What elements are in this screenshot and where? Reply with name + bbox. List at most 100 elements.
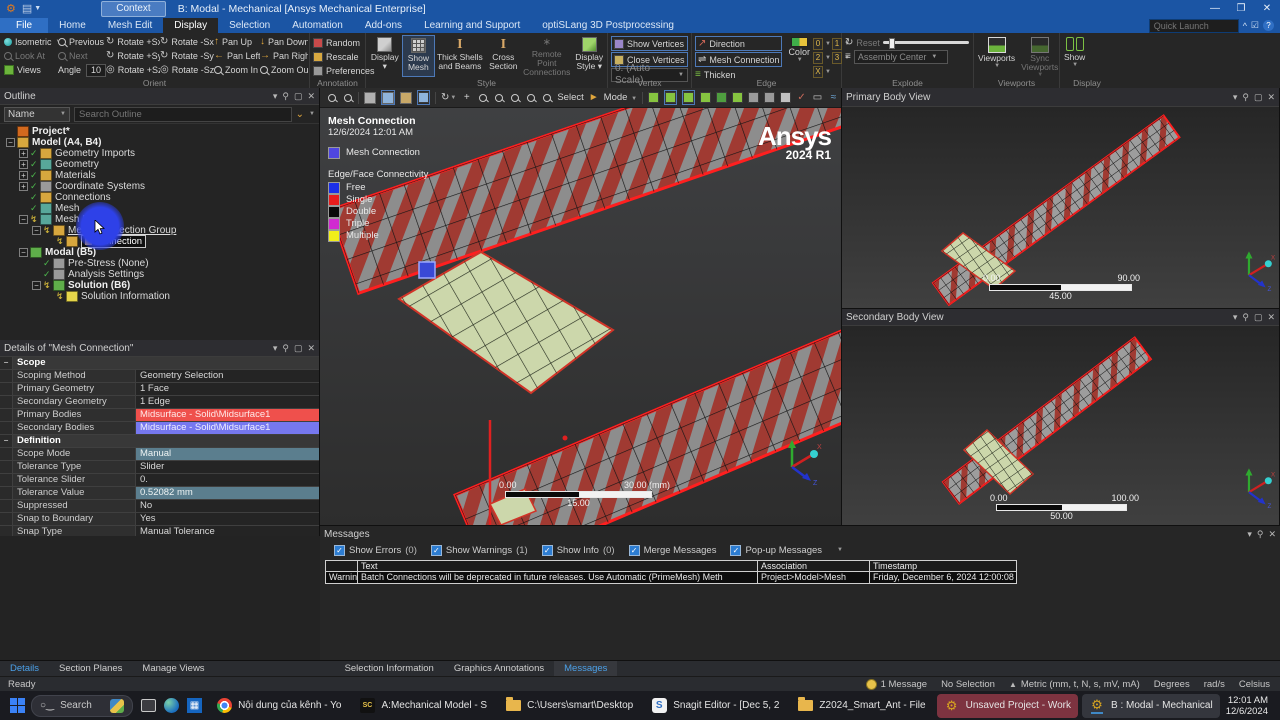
float-icon[interactable]: ▢	[294, 343, 303, 354]
direction-button[interactable]: ↗ Direction	[695, 36, 783, 51]
annotation-icon[interactable]: ✓	[796, 91, 807, 104]
tab-display[interactable]: Display	[163, 18, 219, 33]
store-app-button[interactable]: ▦	[186, 695, 203, 717]
extend-selection-icon[interactable]	[748, 91, 760, 104]
tab-home[interactable]: Home	[48, 18, 97, 33]
rotate-sz-button[interactable]: ◎ Rotate -Sz	[160, 63, 214, 77]
taskbar-item-unsaved-project-work[interactable]: ⚙ Unsaved Project - Work	[936, 693, 1078, 718]
tree-item-coordinate-systems[interactable]: + ✓ Coordinate Systems	[0, 181, 319, 192]
tree-item-model-a4-b4[interactable]: − Model (A4, B4)	[0, 137, 319, 148]
comment-icon[interactable]: ▭	[812, 91, 823, 104]
tab-learning-and-support[interactable]: Learning and Support	[413, 18, 531, 33]
close-pane-icon[interactable]: ✕	[307, 91, 315, 102]
property-value[interactable]: 1 Edge	[136, 396, 319, 408]
expand-icon[interactable]: +	[19, 182, 28, 191]
bottom-tab-manage-views[interactable]: Manage Views	[132, 661, 214, 677]
property-value[interactable]: 0.52082 mm	[136, 487, 319, 499]
filter-show-warnings[interactable]: ✓ Show Warnings (1)	[430, 544, 528, 556]
taskbar-item-a-mechanical-model-s[interactable]: SC A:Mechanical Model - S	[353, 694, 495, 718]
edge-color-0-button[interactable]: 0 ▼	[812, 37, 831, 50]
zoom-in-button[interactable]: Zoom In	[214, 63, 260, 77]
zoom-box-in-icon[interactable]	[342, 91, 353, 104]
filter-pop-up-messages[interactable]: ✓ Pop-up Messages	[730, 544, 822, 556]
property-value[interactable]: Yes	[136, 513, 319, 525]
close-pane-icon[interactable]: ✕	[1267, 312, 1275, 323]
zoom-next-icon[interactable]	[541, 91, 552, 104]
tab-add-ons[interactable]: Add-ons	[354, 18, 413, 33]
tree-item-modal-b5[interactable]: − Modal (B5)	[0, 247, 319, 258]
outline-search-input[interactable]	[74, 106, 292, 122]
cross-section-button[interactable]: I Cross Section	[485, 35, 523, 77]
context-tab[interactable]: Context	[101, 1, 166, 17]
explode-reset-button[interactable]: ↻ Reset	[845, 36, 970, 49]
tab-selection[interactable]: Selection	[218, 18, 281, 33]
pan-up-button[interactable]: ↑ Pan Up	[214, 35, 260, 49]
select-node-icon[interactable]	[716, 91, 728, 104]
mode-dropdown[interactable]: Mode ▼	[604, 92, 637, 103]
tree-item-solution-b6[interactable]: − ↯ Solution (B6)	[0, 280, 319, 291]
select-mode-box-icon[interactable]	[764, 91, 776, 104]
property-value[interactable]: 1 Face	[136, 383, 319, 395]
taskbar-clock[interactable]: 12:01 AM 12/6/2024	[1226, 695, 1280, 717]
zoom-prev-icon[interactable]	[525, 91, 536, 104]
checkbox-checked-icon[interactable]: ✓	[541, 544, 553, 556]
pan-right-button[interactable]: →Pan Right	[260, 49, 308, 63]
random-button[interactable]: Random	[313, 36, 362, 49]
checkbox-checked-icon[interactable]: ✓	[430, 544, 442, 556]
copy-image-icon[interactable]	[417, 90, 430, 105]
section-definition[interactable]: − Definition	[0, 435, 319, 448]
rotate-sy-button[interactable]: ↻ Rotate -Sy	[160, 49, 214, 63]
tree-item-mesh-connection-group[interactable]: − ↯ Mesh Connection Group	[0, 225, 319, 236]
rotate-sx-button[interactable]: ↻ Rotate -Sx	[160, 35, 214, 49]
pin-icon[interactable]: ⚲	[1242, 312, 1249, 323]
tree-item-mesh-edit[interactable]: − ↯ Mesh Edit	[0, 214, 319, 225]
geometry-viewport[interactable]: Mesh Connection 12/6/2024 12:01 AM Mesh …	[320, 108, 841, 525]
zoom-box-icon[interactable]	[509, 91, 520, 104]
filter-show-info[interactable]: ✓ Show Info (0)	[541, 544, 615, 556]
collapse-icon[interactable]: −	[19, 248, 28, 257]
taskbar-item-c-users-smart-desktop[interactable]: C:\Users\smart\Desktop	[498, 694, 640, 718]
bottom-tab-messages[interactable]: Messages	[554, 661, 618, 677]
tree-item-connection[interactable]: ↯ Connection	[0, 235, 319, 248]
show-button[interactable]: Show ▼	[1064, 37, 1085, 68]
tab-optislang-3d-postprocessing[interactable]: optiSLang 3D Postprocessing	[531, 18, 685, 33]
search-options-icon[interactable]: ▼	[309, 111, 315, 117]
filter-merge-messages[interactable]: ✓ Merge Messages	[628, 544, 716, 556]
tab-automation[interactable]: Automation	[281, 18, 354, 33]
section-scope[interactable]: − Scope	[0, 357, 319, 370]
collapse-icon[interactable]: −	[32, 226, 41, 235]
zoom-out-button[interactable]: Zoom Out	[260, 63, 308, 77]
taskbar-item-n-i-dung-c-a-k-nh-yo[interactable]: Nội dung của kênh - Yo	[209, 694, 348, 718]
tree-item-pre-stress-none[interactable]: ✓ Pre-Stress (None)	[0, 258, 319, 269]
pane-menu-icon[interactable]: ▾	[1247, 529, 1252, 540]
view-shaded-edges-icon[interactable]	[381, 90, 395, 105]
pin-icon[interactable]: ⚲	[1257, 529, 1264, 540]
collapse-icon[interactable]: −	[0, 357, 13, 369]
close-button[interactable]: ✕	[1254, 0, 1280, 18]
mesh-connection-handle[interactable]	[418, 261, 436, 279]
tree-item-geometry-imports[interactable]: + ✓ Geometry Imports	[0, 148, 319, 159]
ribbon-options-icon[interactable]: ☑	[1251, 20, 1259, 31]
display-button[interactable]: Display ▾	[368, 35, 402, 77]
filter-show-errors[interactable]: ✓ Show Errors (0)	[334, 544, 417, 556]
select-body-icon[interactable]	[700, 91, 712, 104]
expand-icon[interactable]: +	[19, 160, 28, 169]
expand-icon[interactable]: +	[19, 149, 28, 158]
pane-menu-icon[interactable]: ▾	[1233, 92, 1238, 103]
property-value[interactable]: Manual	[136, 448, 319, 460]
property-value[interactable]: No	[136, 500, 319, 512]
start-button[interactable]	[10, 697, 25, 714]
secondary-view-canvas[interactable]: 0.00 100.00 50.00 X Z	[842, 326, 1279, 526]
triad-icon[interactable]: X Z	[775, 435, 825, 485]
restore-button[interactable]: ❐	[1228, 0, 1254, 18]
tree-item-solution-information[interactable]: ↯ Solution Information	[0, 291, 319, 302]
taskbar-item-snagit-editor-dec-5-2[interactable]: S Snagit Editor - [Dec 5, 2	[644, 694, 786, 718]
views-button[interactable]: Views	[4, 63, 58, 77]
expand-icon[interactable]: +	[19, 171, 28, 180]
tree-item-mesh[interactable]: ✓ Mesh	[0, 203, 319, 214]
rotate-sy-button[interactable]: ↻ Rotate +Sy	[106, 49, 160, 63]
pin-icon[interactable]: ⚲	[1242, 92, 1249, 103]
help-icon[interactable]: ?	[1263, 20, 1274, 31]
edge-color-2-button[interactable]: 2 ▼	[812, 51, 831, 64]
tree-item-analysis-settings[interactable]: ✓ Analysis Settings	[0, 269, 319, 280]
